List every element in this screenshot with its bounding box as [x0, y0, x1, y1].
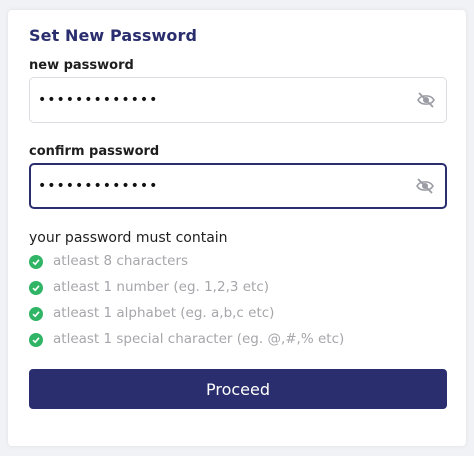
check-circle-icon [29, 333, 43, 347]
confirm-password-label: confirm password [29, 144, 160, 159]
requirement-text: atleast 1 special character (eg. @,#,% e… [53, 331, 345, 347]
requirement-item: atleast 8 characters [29, 252, 344, 278]
check-circle-icon [29, 307, 43, 321]
form-title: Set New Password [29, 26, 198, 45]
set-password-card: Set New Password new password confirm pa… [8, 10, 466, 446]
requirement-item: atleast 1 alphabet (eg. a,b,c etc) [29, 304, 344, 330]
new-password-input[interactable] [38, 78, 388, 122]
requirements-list: atleast 8 characters atleast 1 number (e… [29, 252, 344, 356]
confirm-password-input[interactable] [38, 165, 388, 207]
requirement-item: atleast 1 special character (eg. @,#,% e… [29, 330, 344, 356]
check-circle-icon [29, 255, 43, 269]
proceed-button[interactable]: Proceed [29, 369, 447, 409]
new-password-label: new password [29, 58, 134, 73]
requirement-text: atleast 1 alphabet (eg. a,b,c etc) [53, 305, 275, 321]
requirement-text: atleast 1 number (eg. 1,2,3 etc) [53, 279, 270, 295]
requirement-item: atleast 1 number (eg. 1,2,3 etc) [29, 278, 344, 304]
check-circle-icon [29, 281, 43, 295]
new-password-field[interactable] [29, 77, 447, 123]
confirm-password-field[interactable] [29, 163, 447, 209]
eye-slash-icon[interactable] [416, 91, 436, 109]
requirement-text: atleast 8 characters [53, 253, 189, 269]
eye-slash-icon[interactable] [415, 177, 435, 195]
requirements-title: your password must contain [29, 230, 228, 246]
